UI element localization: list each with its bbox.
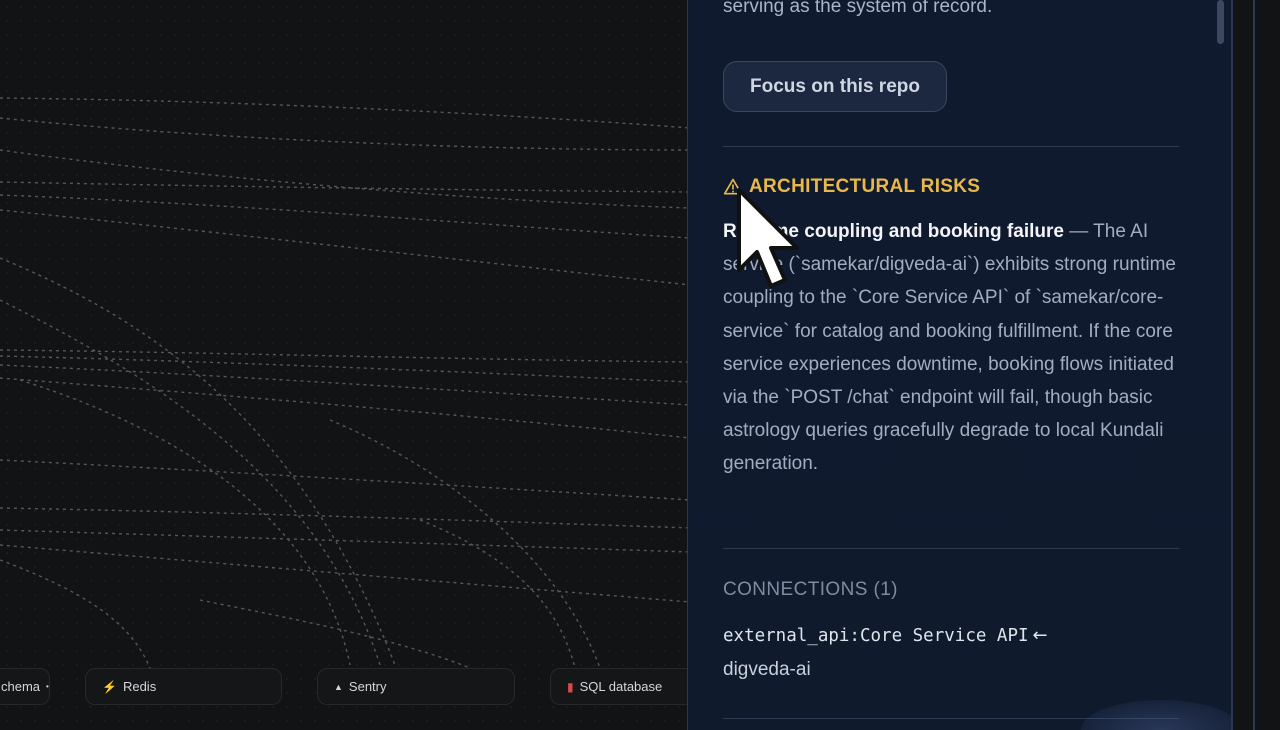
- risk-description: Runtime coupling and booking failure — T…: [723, 215, 1179, 481]
- risks-heading-text: ARCHITECTURAL RISKS: [749, 176, 981, 197]
- repo-details-panel[interactable]: serving as the system of record. Focus o…: [687, 0, 1232, 730]
- graph-edge: [0, 529, 690, 553]
- graph-edge: [0, 559, 151, 669]
- panel-glow: [1081, 700, 1231, 730]
- arrow-left-icon: ←: [1032, 625, 1048, 646]
- graph-edge: [0, 194, 690, 239]
- graph-edge: [0, 117, 690, 151]
- graph-node-sentry[interactable]: ▲ Sentry: [317, 668, 515, 705]
- section-divider: [723, 146, 1179, 147]
- focus-on-repo-button[interactable]: Focus on this repo: [723, 61, 947, 112]
- graph-edge: [0, 257, 396, 666]
- app-stage: chema • ⚡ Redis ▲ Sentry ▮ SQL database …: [0, 0, 1280, 730]
- graph-edge: [0, 355, 690, 383]
- node-label: SQL database: [579, 679, 663, 694]
- risk-title: Runtime coupling and booking failure: [723, 221, 1064, 242]
- graph-edge: [0, 349, 690, 363]
- graph-edges: [0, 97, 690, 669]
- node-label: Redis: [122, 679, 157, 694]
- graph-node-sql-database[interactable]: ▮ SQL database: [550, 668, 700, 705]
- database-icon: ▮: [567, 679, 574, 694]
- graph-edge: [0, 377, 690, 439]
- graph-edge: [0, 209, 690, 286]
- graph-edge: [0, 149, 690, 209]
- graph-edge: [19, 379, 351, 666]
- connection-endpoint: external_api:Core Service API: [723, 626, 1029, 646]
- graph-edge: [199, 599, 471, 669]
- scrollbar-thumb[interactable]: [1217, 0, 1224, 44]
- risk-separator: —: [1063, 221, 1094, 242]
- lightning-icon: ⚡: [102, 679, 117, 694]
- graph-edge: [0, 181, 690, 193]
- connections-heading: CONNECTIONS (1): [723, 579, 898, 600]
- graph-edge: [0, 507, 690, 529]
- architectural-risks-heading: ARCHITECTURAL RISKS: [723, 176, 980, 198]
- graph-edge: [0, 97, 690, 129]
- graph-edge: [419, 519, 576, 669]
- panel-scrollbar[interactable]: [1213, 0, 1227, 730]
- connection-item[interactable]: external_api:Core Service API ← digveda-a…: [723, 619, 1179, 687]
- node-label: Sentry: [348, 679, 387, 694]
- risk-body-text: The AI service (`samekar/digveda-ai`) ex…: [723, 221, 1176, 475]
- graph-edge: [0, 364, 690, 406]
- repo-description-tail: serving as the system of record.: [723, 0, 993, 17]
- section-divider: [723, 548, 1179, 549]
- warning-icon: [723, 178, 743, 195]
- graph-edge: [0, 544, 690, 603]
- graph-node-redis[interactable]: ⚡ Redis: [85, 668, 282, 705]
- dot-icon: •: [46, 682, 49, 691]
- graph-edge: [0, 299, 381, 666]
- graph-edge: [329, 419, 601, 669]
- sentry-icon: ▲: [334, 681, 343, 692]
- graph-edge: [0, 459, 690, 501]
- node-label: chema: [1, 679, 41, 694]
- edge-border: [1253, 0, 1255, 730]
- connection-source-repo: digveda-ai: [723, 659, 811, 680]
- graph-node-schema[interactable]: chema •: [0, 668, 50, 705]
- right-graph-edge: [1232, 0, 1280, 730]
